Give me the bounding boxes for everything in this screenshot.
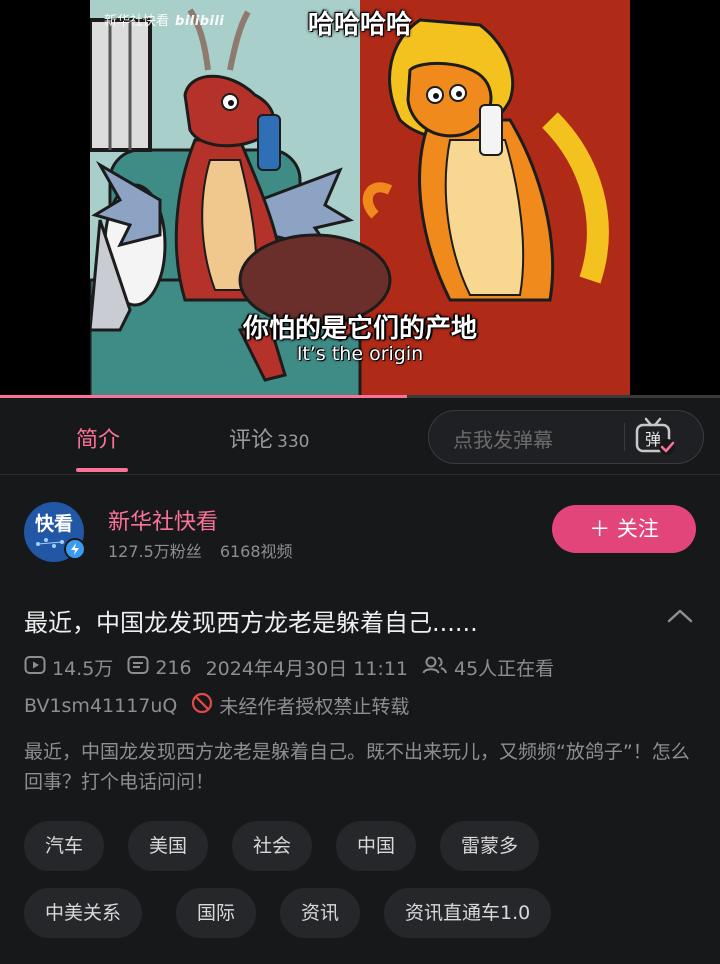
video-player[interactable]: 新华社快看 bilibili 哈哈哈哈 你怕的是它们的产地 It’s the or… [0, 0, 720, 398]
tag-item[interactable]: 资讯直通车1.0 [384, 888, 552, 938]
chevron-up-icon[interactable] [666, 606, 694, 626]
video-description: 最近，中国龙发现西方龙老是躲着自己。既不出来玩儿，又频频“放鸽子”！怎么回事？打… [24, 741, 690, 793]
watching-count: 45人正在看 [454, 658, 555, 680]
video-overlay-text: 哈哈哈哈 [307, 10, 412, 40]
tag-item[interactable]: 国际 [176, 888, 257, 938]
tag-item[interactable]: 汽车 [24, 821, 105, 871]
tag-item[interactable]: 中美关系 [24, 888, 143, 938]
forbidden-icon [191, 692, 213, 719]
tag-item[interactable]: 雷蒙多 [440, 821, 540, 871]
follow-button[interactable]: ＋ 关注 [552, 505, 696, 553]
uploader-fans: 127.5万粉丝 [108, 542, 202, 561]
tab-intro-label: 简介 [76, 428, 121, 453]
danmaku-icon-char: 弹 [645, 430, 661, 449]
detail-tabs: 简介 评论 330 点我发弹幕 弹 [0, 398, 720, 475]
uploader-videos: 6168视频 [219, 542, 293, 561]
danmaku-count-icon [127, 655, 149, 680]
tab-active-indicator [76, 468, 128, 472]
danmaku-count: 216 [155, 656, 192, 679]
danmaku-divider [624, 423, 625, 451]
tag-item[interactable]: 美国 [128, 821, 209, 871]
subtitle-english: It’s the origin [296, 343, 424, 365]
subtitle-chinese: 你怕的是它们的产地 [242, 314, 477, 344]
danmaku-input-box[interactable]: 点我发弹幕 弹 [428, 410, 704, 464]
bvid[interactable]: BV1sm41117uQ [24, 695, 177, 717]
tag-item[interactable]: 资讯 [280, 888, 361, 938]
uploader-name[interactable]: 新华社快看 [108, 504, 218, 536]
video-id-row: BV1sm41117uQ 未经作者授权禁止转载 [24, 692, 409, 719]
play-count: 14.5万 [52, 658, 114, 680]
uploader-stats: 127.5万粉丝 6168视频 [108, 538, 293, 562]
danmaku-input-placeholder[interactable]: 点我发弹幕 [453, 424, 553, 453]
tab-comments[interactable]: 评论 330 [229, 422, 309, 454]
video-title: 最近，中国龙发现西方龙老是躲着自己...... [24, 609, 478, 637]
publish-date: 2024年4月30日 11:11 [205, 658, 408, 680]
copyright-notice: 未经作者授权禁止转载 [219, 696, 410, 718]
video-meta-row: 14.5万 216 2024年4月30日 11:11 45人正在看 [24, 654, 554, 681]
tab-comments-count: 330 [277, 432, 310, 452]
tab-intro[interactable]: 简介 [76, 422, 120, 454]
play-count-icon [24, 655, 46, 680]
danmaku-toggle-icon[interactable]: 弹 [634, 417, 676, 457]
tab-comments-label: 评论 [229, 428, 274, 453]
verified-badge-icon [64, 538, 86, 560]
tag-item[interactable]: 中国 [336, 821, 417, 871]
tag-item[interactable]: 社会 [232, 821, 313, 871]
watching-users-icon [422, 655, 448, 680]
